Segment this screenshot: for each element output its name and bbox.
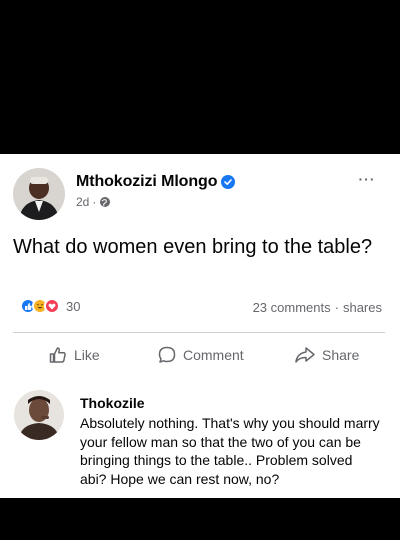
- post-text: What do women even bring to the table?: [13, 236, 373, 258]
- share-label: Share: [322, 347, 360, 363]
- globe-icon: [99, 196, 111, 208]
- like-label: Like: [74, 347, 100, 363]
- action-divider: [13, 332, 385, 333]
- post-meta: 2d ·: [76, 195, 111, 209]
- love-reaction-icon: [44, 298, 60, 314]
- author-avatar[interactable]: [13, 168, 65, 220]
- post-time[interactable]: 2d: [76, 195, 89, 209]
- thumbs-up-icon: [48, 345, 68, 365]
- verified-badge-icon: [221, 175, 235, 189]
- comment-bubble-icon: [157, 345, 177, 365]
- top-black-band: [0, 0, 400, 154]
- shares-link[interactable]: shares: [343, 300, 382, 315]
- comment-label: Comment: [183, 347, 244, 363]
- engagement-summary: 23 comments · shares: [253, 300, 382, 315]
- meta-separator: ·: [92, 195, 97, 209]
- post-card: Mthokozizi Mlongo 2d · ··· What do women…: [0, 154, 400, 498]
- comments-count-link[interactable]: 23 comments: [253, 300, 331, 315]
- comment-button[interactable]: Comment: [157, 344, 244, 366]
- more-options-button[interactable]: ···: [352, 172, 382, 190]
- comment-author[interactable]: Thokozile: [80, 395, 145, 411]
- bottom-black-band: [0, 498, 400, 540]
- like-button[interactable]: Like: [48, 344, 100, 366]
- commenter-avatar[interactable]: [14, 390, 64, 440]
- reaction-count: 30: [66, 298, 81, 314]
- comment-text: Absolutely nothing. That's why you shoul…: [80, 415, 380, 487]
- share-arrow-icon: [294, 345, 316, 365]
- reactions-summary[interactable]: 30: [20, 298, 80, 314]
- share-button[interactable]: Share: [294, 344, 359, 366]
- author-name[interactable]: Mthokozizi Mlongo: [76, 173, 217, 191]
- engagement-separator: ·: [334, 300, 339, 315]
